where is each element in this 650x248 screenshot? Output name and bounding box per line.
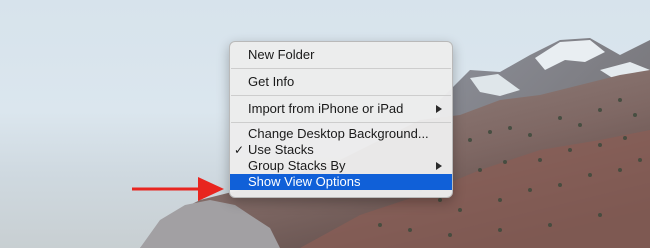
- menu-item-new-folder[interactable]: New Folder: [230, 45, 452, 65]
- menu-item-label: Group Stacks By: [248, 158, 346, 173]
- desktop-context-menu: New Folder Get Info Import from iPhone o…: [229, 41, 453, 198]
- menu-item-import-from-iphone[interactable]: Import from iPhone or iPad: [230, 99, 452, 119]
- checkmark-icon: ✓: [234, 143, 245, 157]
- menu-item-label: New Folder: [248, 47, 315, 62]
- menu-item-get-info[interactable]: Get Info: [230, 72, 452, 92]
- menu-item-label: Show View Options: [248, 174, 361, 189]
- menu-item-show-view-options[interactable]: Show View Options: [230, 174, 452, 190]
- menu-item-change-desktop-background[interactable]: Change Desktop Background...: [230, 126, 452, 142]
- menu-item-group-stacks-by[interactable]: Group Stacks By: [230, 158, 452, 174]
- menu-item-use-stacks[interactable]: ✓ Use Stacks: [230, 142, 452, 158]
- menu-separator: [231, 122, 451, 123]
- submenu-arrow-icon: [436, 162, 442, 170]
- menu-item-label: Change Desktop Background...: [248, 126, 429, 141]
- menu-separator: [231, 68, 451, 69]
- menu-item-label: Use Stacks: [248, 142, 314, 157]
- red-arrow-annotation-icon: [132, 177, 224, 201]
- submenu-arrow-icon: [436, 105, 442, 113]
- menu-item-label: Import from iPhone or iPad: [248, 101, 404, 116]
- menu-separator: [231, 95, 451, 96]
- menu-item-label: Get Info: [248, 74, 295, 89]
